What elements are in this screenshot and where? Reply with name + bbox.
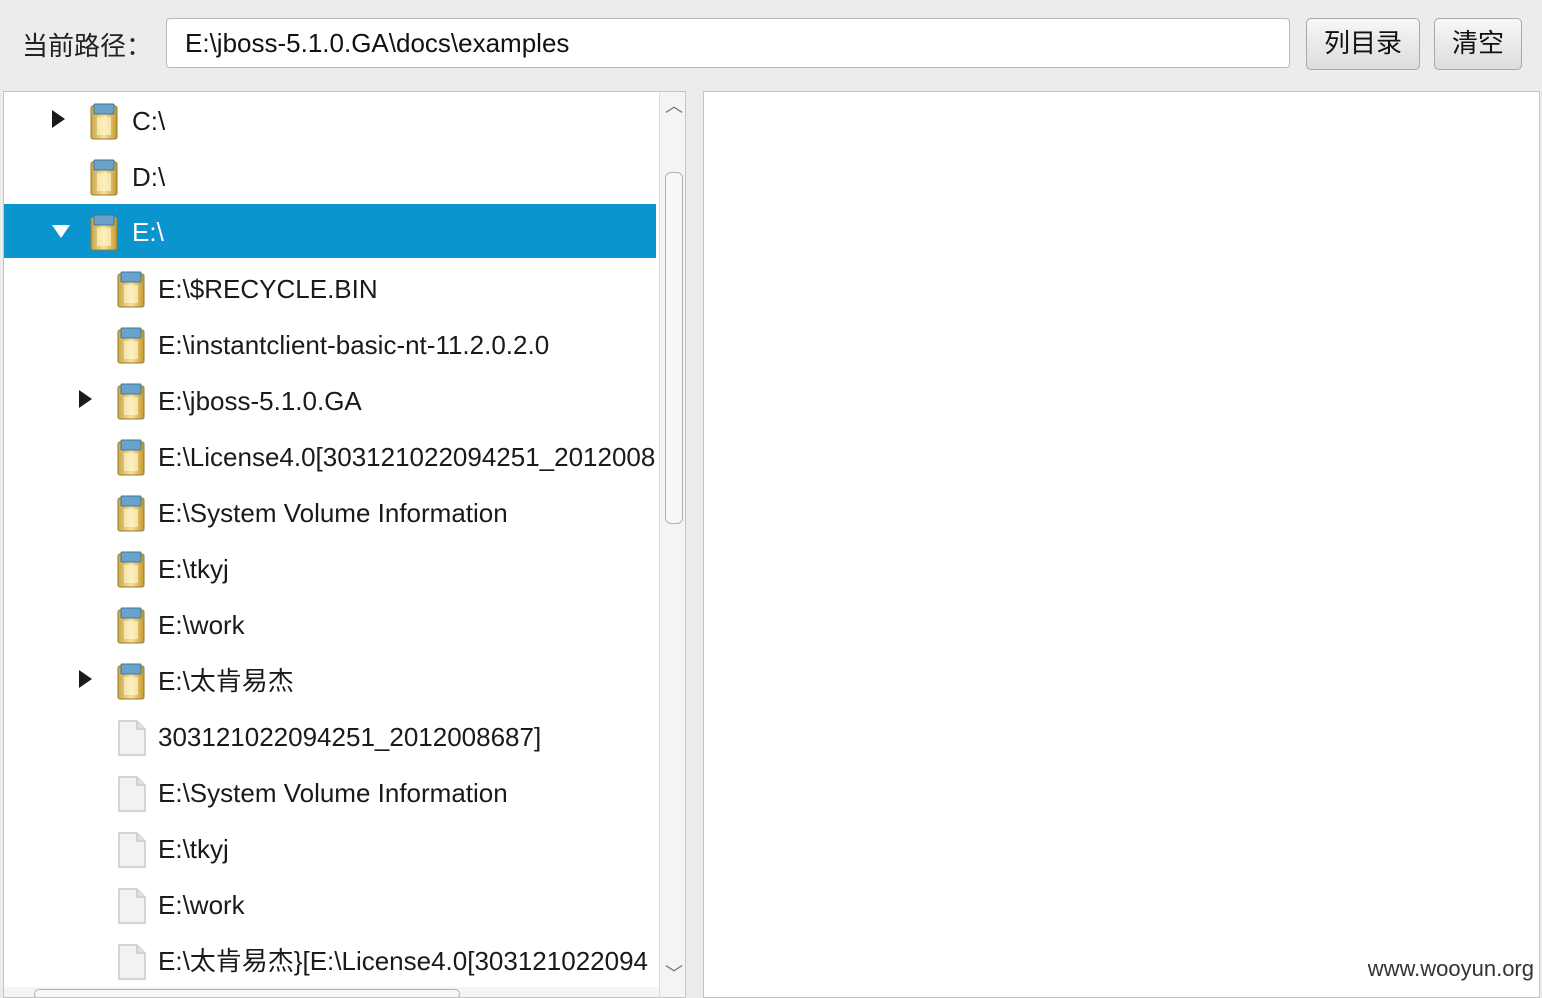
tree-item[interactable]: E:\System Volume Information — [4, 765, 656, 821]
tree-item-label: E:\tkyj — [158, 554, 229, 584]
drive-folder-icon — [88, 159, 122, 197]
folder-icon — [115, 495, 149, 533]
clear-button[interactable]: 清空 — [1434, 18, 1522, 70]
tree-item-label: D:\ — [132, 162, 166, 192]
expanded-arrow-icon[interactable] — [52, 225, 70, 238]
tree-item-label: E:\$RECYCLE.BIN — [158, 274, 378, 304]
file-icon — [115, 775, 149, 813]
horizontal-scrollbar[interactable] — [4, 987, 659, 997]
vertical-scrollbar[interactable]: ︿ ﹀ — [659, 92, 685, 997]
tree-item-label: C:\ — [132, 106, 166, 136]
tree-item-label: E:\License4.0[303121022094251_2012008 — [158, 442, 656, 472]
tree-item-label: E:\tkyj — [158, 834, 229, 864]
tree-item[interactable]: E:\License4.0[303121022094251_2012008 — [4, 429, 656, 485]
file-icon — [115, 831, 149, 869]
drive-folder-icon — [88, 103, 122, 141]
tree-item-label: E:\System Volume Information — [158, 498, 508, 528]
tree-item-label: E:\太肯易杰 — [158, 666, 294, 696]
collapsed-arrow-icon[interactable] — [52, 110, 65, 128]
tree-item[interactable]: C:\ — [4, 93, 656, 149]
vertical-scroll-thumb[interactable] — [665, 172, 683, 524]
folder-icon — [115, 439, 149, 477]
tree-item-label: E:\work — [158, 610, 245, 640]
folder-icon — [115, 271, 149, 309]
file-icon — [115, 719, 149, 757]
file-icon — [115, 887, 149, 925]
tree-item[interactable]: E:\work — [4, 597, 656, 653]
folder-icon — [115, 383, 149, 421]
scroll-up-icon[interactable]: ︿ — [665, 92, 683, 118]
folder-icon — [115, 607, 149, 645]
tree-item-label: E:\太肯易杰}[E:\License4.0[303121022094 — [158, 946, 648, 976]
tree-item-label: E:\ — [132, 217, 164, 247]
tree-item[interactable]: E:\ — [4, 204, 656, 258]
collapsed-arrow-icon[interactable] — [79, 390, 92, 408]
tree-item[interactable]: E:\太肯易杰}[E:\License4.0[303121022094 — [4, 933, 656, 989]
tree-item[interactable]: E:\work — [4, 877, 656, 933]
tree-item[interactable]: E:\太肯易杰 — [4, 653, 656, 709]
tree-item[interactable]: E:\jboss-5.1.0.GA — [4, 373, 656, 429]
tree-item-label: E:\instantclient-basic-nt-11.2.0.2.0 — [158, 330, 550, 360]
pane-splitter[interactable] — [686, 91, 703, 998]
tree-item[interactable]: E:\$RECYCLE.BIN — [4, 261, 656, 317]
folder-icon — [115, 663, 149, 701]
tree-item-label: E:\System Volume Information — [158, 778, 508, 808]
file-tree-panel: C:\ D:\ E:\ E:\$RECYCLE.BIN E:\instantclient… — [3, 91, 686, 998]
watermark: www.wooyun.org — [1367, 956, 1534, 981]
drive-folder-icon — [88, 214, 122, 252]
tree-item-label: E:\work — [158, 890, 245, 920]
collapsed-arrow-icon[interactable] — [79, 670, 92, 688]
horizontal-scroll-thumb[interactable] — [34, 989, 460, 997]
path-label: 当前路径： — [22, 32, 153, 62]
scroll-down-icon[interactable]: ﹀ — [665, 960, 683, 986]
tree-item[interactable]: E:\tkyj — [4, 541, 656, 597]
folder-icon — [115, 327, 149, 365]
folder-icon — [115, 551, 149, 589]
tree-item[interactable]: E:\System Volume Information — [4, 485, 656, 541]
tree-item[interactable]: 303121022094251_2012008687] — [4, 709, 656, 765]
tree-item-label: E:\jboss-5.1.0.GA — [158, 386, 362, 416]
content-panel — [703, 91, 1540, 998]
list-directory-button[interactable]: 列目录 — [1306, 18, 1420, 70]
file-icon — [115, 943, 149, 981]
tree-item[interactable]: E:\tkyj — [4, 821, 656, 877]
path-input[interactable]: E:\jboss-5.1.0.GA\docs\examples — [166, 18, 1290, 68]
tree-item[interactable]: D:\ — [4, 149, 656, 205]
tree-item-label: 303121022094251_2012008687] — [158, 722, 542, 752]
toolbar: 当前路径： E:\jboss-5.1.0.GA\docs\examples 列目… — [0, 0, 1542, 90]
tree-item[interactable]: E:\instantclient-basic-nt-11.2.0.2.0 — [4, 317, 656, 373]
